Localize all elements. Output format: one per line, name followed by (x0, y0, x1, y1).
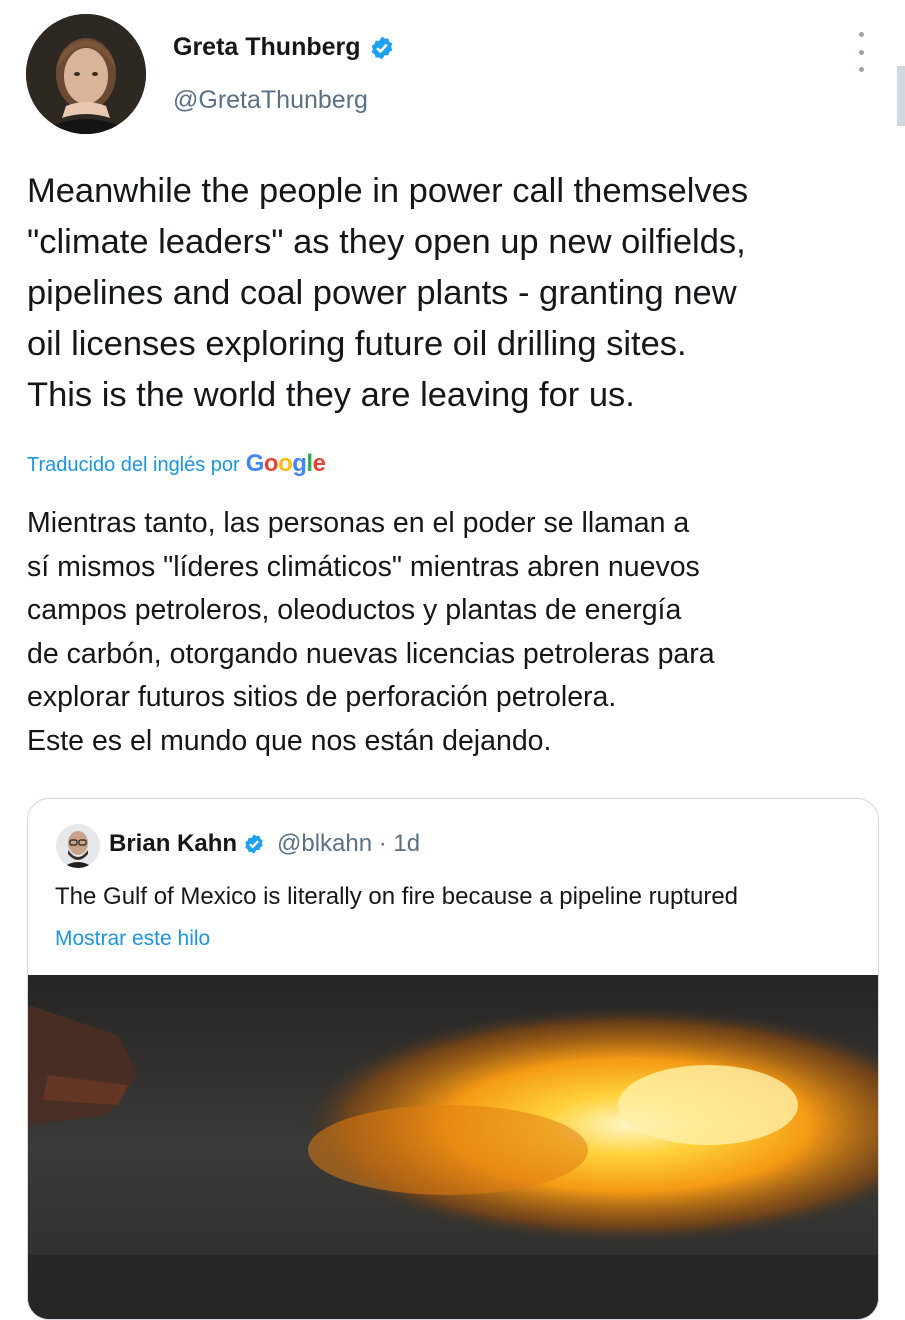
author-avatar[interactable] (26, 14, 146, 134)
scrollbar-thumb[interactable] (897, 66, 905, 126)
quoted-tweet-text: The Gulf of Mexico is literally on fire … (55, 883, 739, 910)
show-thread-link[interactable]: Mostrar este hilo (55, 927, 210, 951)
verified-badge-icon (243, 833, 265, 855)
quoted-author-avatar (56, 824, 100, 868)
google-logo: Google (245, 450, 326, 477)
more-vertical-icon[interactable] (846, 32, 876, 72)
author-name[interactable]: Greta Thunberg (173, 33, 361, 62)
author-handle[interactable]: @GretaThunberg (173, 86, 368, 115)
author-name-row[interactable]: Greta Thunberg (173, 33, 395, 62)
quoted-author-handle: @blkahn · 1d (277, 830, 421, 857)
quoted-author-name: Brian Kahn (109, 830, 238, 857)
quoted-tweet-card[interactable]: Brian Kahn @blkahn · 1d The Gulf of Mexi… (27, 798, 879, 1320)
translation-label: Traducido del inglés por (27, 454, 240, 476)
tweet-text: Meanwhile the people in power call thems… (27, 172, 749, 414)
translated-text: Mientras tanto, las personas en el poder… (27, 507, 715, 757)
quoted-tweet-header: Brian Kahn @blkahn · 1d (109, 830, 420, 858)
translation-attribution[interactable]: Traducido del inglés por Google (27, 450, 326, 478)
fire-video-thumbnail[interactable] (28, 975, 878, 1319)
verified-badge-icon (369, 35, 395, 61)
